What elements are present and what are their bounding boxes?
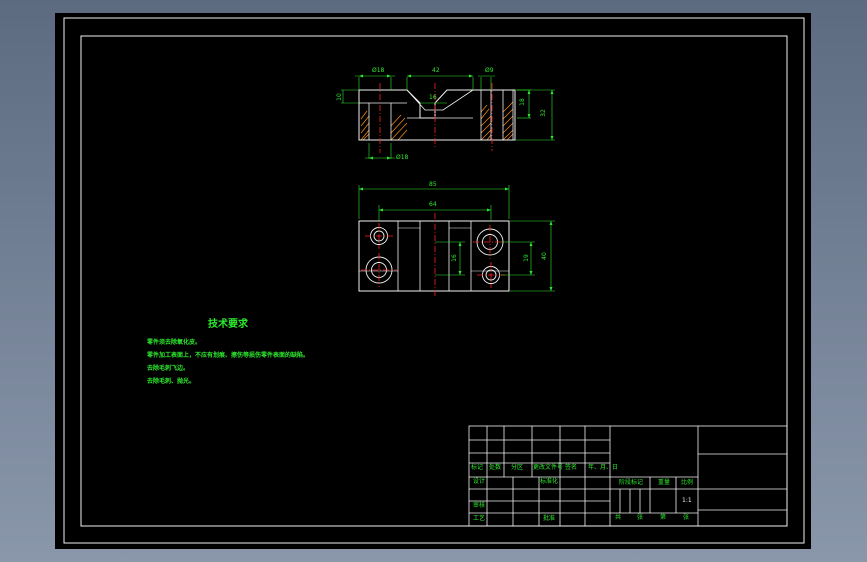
dim-front-dia9: Ø9 xyxy=(485,67,494,74)
tb-review: 审核 xyxy=(473,502,486,509)
tb-sheets-unit1: 张 xyxy=(637,514,644,521)
dim-front-dia18-top: Ø18 xyxy=(372,67,385,74)
tech-note-3: 去除毛刺飞边。 xyxy=(147,365,190,372)
tb-sheets-total: 共 xyxy=(615,514,622,521)
inner-frame xyxy=(80,35,788,527)
dim-front-10: 10 xyxy=(335,93,343,101)
tb-stage: 阶段标记 xyxy=(619,479,644,486)
tb-count: 处数 xyxy=(489,464,502,471)
tech-note-1: 零件须去除氧化皮。 xyxy=(147,339,202,346)
dim-front-16: 16 xyxy=(429,94,437,101)
tb-scale-value: 1:1 xyxy=(682,497,692,504)
front-view xyxy=(341,74,555,160)
tb-zone: 分区 xyxy=(511,464,524,471)
tb-approve: 批准 xyxy=(543,515,556,522)
dim-front-32: 32 xyxy=(539,109,547,117)
dimension-arrows xyxy=(359,74,554,160)
hatch-pattern xyxy=(360,101,514,141)
dim-top-85: 85 xyxy=(429,181,437,188)
dim-front-18: 18 xyxy=(518,98,526,106)
tb-scale: 比例 xyxy=(681,479,694,486)
dim-top-16: 16 xyxy=(450,254,458,262)
dim-top-64: 64 xyxy=(429,201,437,208)
tb-sheets-unit2: 张 xyxy=(683,514,690,521)
cad-viewport[interactable]: Ø18 42 Ø9 16 10 18 32 Ø18 85 64 16 19 40… xyxy=(55,13,811,549)
title-block xyxy=(468,425,788,527)
tb-standard: 标准化 xyxy=(540,478,559,485)
dim-top-40: 40 xyxy=(540,252,548,260)
tech-note-4: 去除毛刺、抛光。 xyxy=(147,378,196,385)
top-view xyxy=(358,185,555,298)
tb-sheet-no: 第 xyxy=(660,514,667,521)
tech-requirements-title: 技术要求 xyxy=(208,319,248,330)
tb-process: 工艺 xyxy=(473,515,486,522)
tb-design: 设计 xyxy=(473,478,486,485)
dim-front-42: 42 xyxy=(432,67,440,74)
tech-note-2: 零件加工表面上，不应有划痕、擦伤等损伤零件表面的缺陷。 xyxy=(147,352,310,359)
tb-mark: 标记 xyxy=(471,464,484,471)
tb-date: 年、月、日 xyxy=(588,464,619,471)
dim-front-dia18-bottom: Ø18 xyxy=(396,154,409,161)
dim-top-19: 19 xyxy=(522,254,530,262)
tb-change-doc: 更改文件号 xyxy=(533,464,564,471)
tb-weight: 重量 xyxy=(658,479,671,486)
tb-sign: 签名 xyxy=(565,464,578,471)
